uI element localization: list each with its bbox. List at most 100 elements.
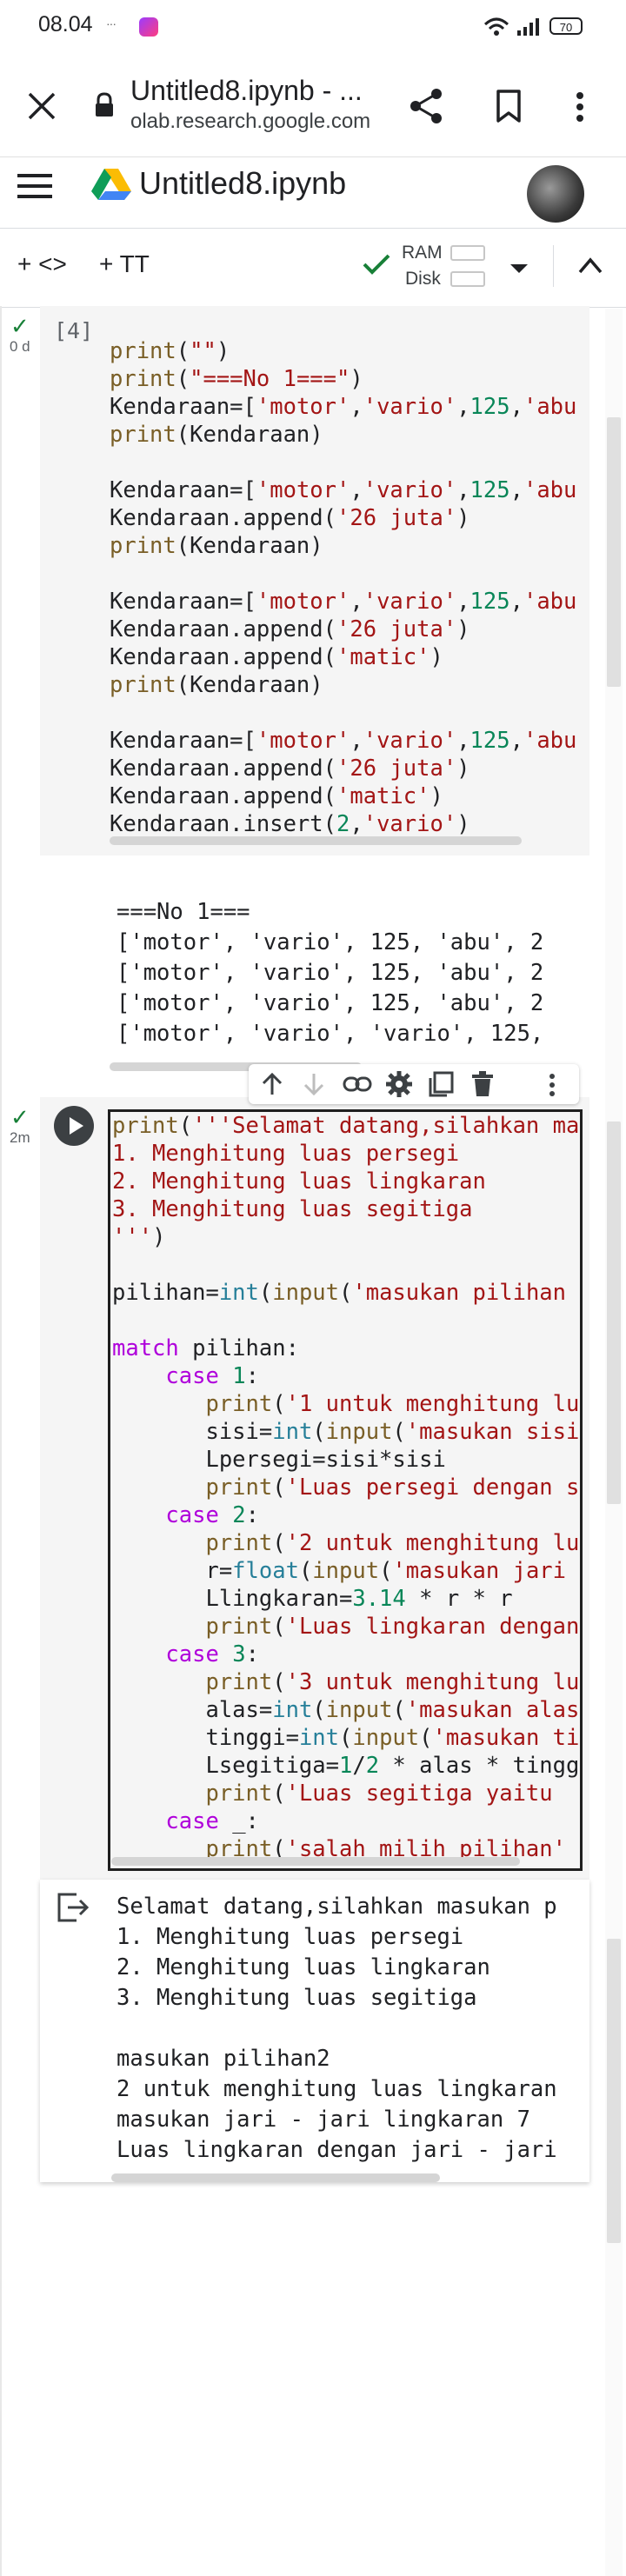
connected-check-icon	[363, 254, 390, 275]
code-line: print(Kendaraan)	[110, 533, 323, 559]
notebook-toolbar	[0, 228, 626, 308]
delete-cell-icon[interactable]	[471, 1071, 494, 1097]
cell1-success-icon: ✓	[10, 313, 30, 339]
code-line: case 3:	[165, 1641, 259, 1667]
output-line: 2. Menghitung luas lingkaran	[117, 1954, 490, 1980]
cell2-success-icon: ✓	[10, 1104, 30, 1130]
code-line: Kendaraan=['motor','vario',125,'abu	[110, 394, 577, 420]
output-line: ===No 1===	[117, 899, 250, 925]
output-line: 1. Menghitung luas persegi	[117, 1924, 464, 1950]
run-cell-button[interactable]	[54, 1106, 94, 1146]
disk-label: Disk	[405, 269, 441, 289]
output-line: 3. Menghitung luas segitiga	[117, 1985, 477, 2011]
output2-hscroll[interactable]	[111, 2173, 440, 2182]
code-line: Kendaraan.append('26 juta')	[110, 505, 470, 531]
move-up-icon[interactable]	[261, 1072, 283, 1096]
cell1-scroll-thumb[interactable]	[607, 417, 621, 687]
hamburger-menu-icon[interactable]	[17, 172, 52, 200]
code-line: alas=int(input('masukan alas	[112, 1697, 580, 1723]
app-notification-icon	[139, 17, 158, 37]
more-options-icon[interactable]	[574, 90, 586, 123]
page-url[interactable]: olab.research.google.com	[130, 110, 370, 134]
add-code-button[interactable]: + <>	[17, 250, 67, 278]
code-line: Kendaraan.append('matic')	[110, 783, 443, 809]
code-line: print('Luas lingkaran dengan	[205, 1614, 580, 1640]
add-text-button[interactable]: + TT	[99, 250, 150, 278]
code-line: print('Luas persegi dengan s	[205, 1474, 580, 1501]
code-line: print("===No 1===")	[110, 366, 363, 392]
cell1-editor[interactable]: print("") print("===No 1===") Kendaraan=…	[110, 310, 588, 842]
chevron-down-icon[interactable]	[509, 263, 529, 275]
code-line: print('Luas segitiga yaitu	[205, 1781, 553, 1807]
toolbar-divider	[553, 245, 554, 287]
page-title[interactable]: Untitled8.ipynb - ...	[130, 75, 363, 107]
disk-meter[interactable]	[450, 271, 485, 287]
code-line: Kendaraan=['motor','vario',125,'abu	[110, 477, 577, 503]
chevron-up-icon[interactable]	[577, 256, 603, 275]
code-line: sisi=int(input('masukan sisi	[112, 1419, 580, 1445]
code-line: print(Kendaraan)	[110, 672, 323, 698]
link-icon[interactable]	[343, 1075, 372, 1094]
code-line: ''')	[112, 1224, 166, 1250]
output-line: ['motor', 'vario', 125, 'abu', 2	[117, 929, 544, 955]
cell1-hscroll[interactable]	[110, 836, 522, 845]
code-line: r=float(input('masukan jari	[112, 1558, 567, 1584]
cell1-output: ===No 1=== ['motor', 'vario', 125, 'abu'…	[117, 897, 591, 1062]
cell-more-icon[interactable]	[548, 1073, 556, 1097]
code-line: Lpersegi=sisi*sisi	[112, 1447, 446, 1473]
notebook-title[interactable]: Untitled8.ipynb	[139, 165, 346, 202]
share-icon[interactable]	[407, 87, 445, 125]
output-line: Luas lingkaran dengan jari - jari	[117, 2137, 557, 2163]
cell1-code: print("") print("===No 1===") Kendaraan=…	[110, 310, 588, 842]
avatar[interactable]	[527, 165, 584, 223]
lock-icon	[96, 92, 113, 116]
code-line: Kendaraan.append('26 juta')	[110, 616, 470, 642]
google-drive-icon	[91, 169, 131, 200]
cell1-exec-count: [4]	[54, 318, 94, 343]
code-line: print('''Selamat datang,silahkan ma	[112, 1113, 580, 1139]
code-line: Kendaraan.append('26 juta')	[110, 755, 470, 782]
cell2-hscroll[interactable]	[111, 1857, 520, 1866]
close-tab-icon[interactable]	[26, 90, 57, 122]
output-line: 2 untuk menghitung luas lingkaran	[117, 2076, 557, 2102]
settings-gear-icon[interactable]	[386, 1071, 412, 1097]
bookmark-icon[interactable]	[496, 89, 522, 123]
output-icon[interactable]	[56, 1892, 90, 1923]
code-line: match pilihan:	[112, 1335, 299, 1361]
code-line: pilihan=int(input('masukan pilihan	[112, 1280, 567, 1306]
mirror-cell-icon[interactable]	[428, 1071, 454, 1097]
cell1-output-text: ===No 1=== ['motor', 'vario', 125, 'abu'…	[117, 897, 591, 1049]
code-line: Kendaraan=['motor','vario',125,'abu	[110, 589, 577, 615]
cell2-output: Selamat datang,silahkan masukan p 1. Men…	[117, 1892, 589, 2170]
ram-label: RAM	[402, 243, 443, 263]
output-line: masukan jari - jari lingkaran 7	[117, 2107, 530, 2133]
cell2-output-text: Selamat datang,silahkan masukan p 1. Men…	[117, 1892, 589, 2166]
code-line: case _:	[165, 1808, 259, 1834]
code-line: tinggi=int(input('masukan ti	[112, 1725, 580, 1751]
code-line: print('3 untuk menghitung lu	[205, 1669, 580, 1695]
battery-icon: 70	[549, 17, 583, 35]
code-line: 3. Menghitung luas segitiga	[112, 1196, 473, 1222]
move-down-icon[interactable]	[303, 1072, 325, 1096]
cell2-editor[interactable]: print('''Selamat datang,silahkan ma 1. M…	[108, 1109, 583, 1871]
output-line: ['motor', 'vario', 125, 'abu', 2	[117, 990, 544, 1016]
code-line: 2. Menghitung luas lingkaran	[112, 1168, 486, 1195]
output2-scroll-thumb[interactable]	[607, 1939, 621, 2243]
code-line: print('1 untuk menghitung lu	[205, 1391, 580, 1417]
signal-icon	[517, 18, 539, 36]
code-line: 1. Menghitung luas persegi	[112, 1141, 460, 1167]
cell1-exec-time: 0 d	[10, 338, 30, 355]
cell2-scroll-thumb[interactable]	[607, 1122, 621, 1504]
ram-meter[interactable]	[450, 245, 485, 261]
output-line: Selamat datang,silahkan masukan p	[117, 1894, 557, 1920]
code-line: print(Kendaraan)	[110, 422, 323, 448]
output-line: ['motor', 'vario', 125, 'abu', 2	[117, 960, 544, 986]
code-line: print('2 untuk menghitung lu	[205, 1530, 580, 1556]
code-line: print("")	[110, 338, 230, 364]
code-line: Kendaraan.append('matic')	[110, 644, 443, 670]
code-line: case 1:	[165, 1363, 259, 1389]
cell2-code: print('''Selamat datang,silahkan ma 1. M…	[112, 1112, 580, 1863]
status-time: 08.04	[38, 12, 93, 37]
wifi-icon	[483, 17, 509, 36]
notification-dots-icon: ···	[106, 17, 117, 30]
